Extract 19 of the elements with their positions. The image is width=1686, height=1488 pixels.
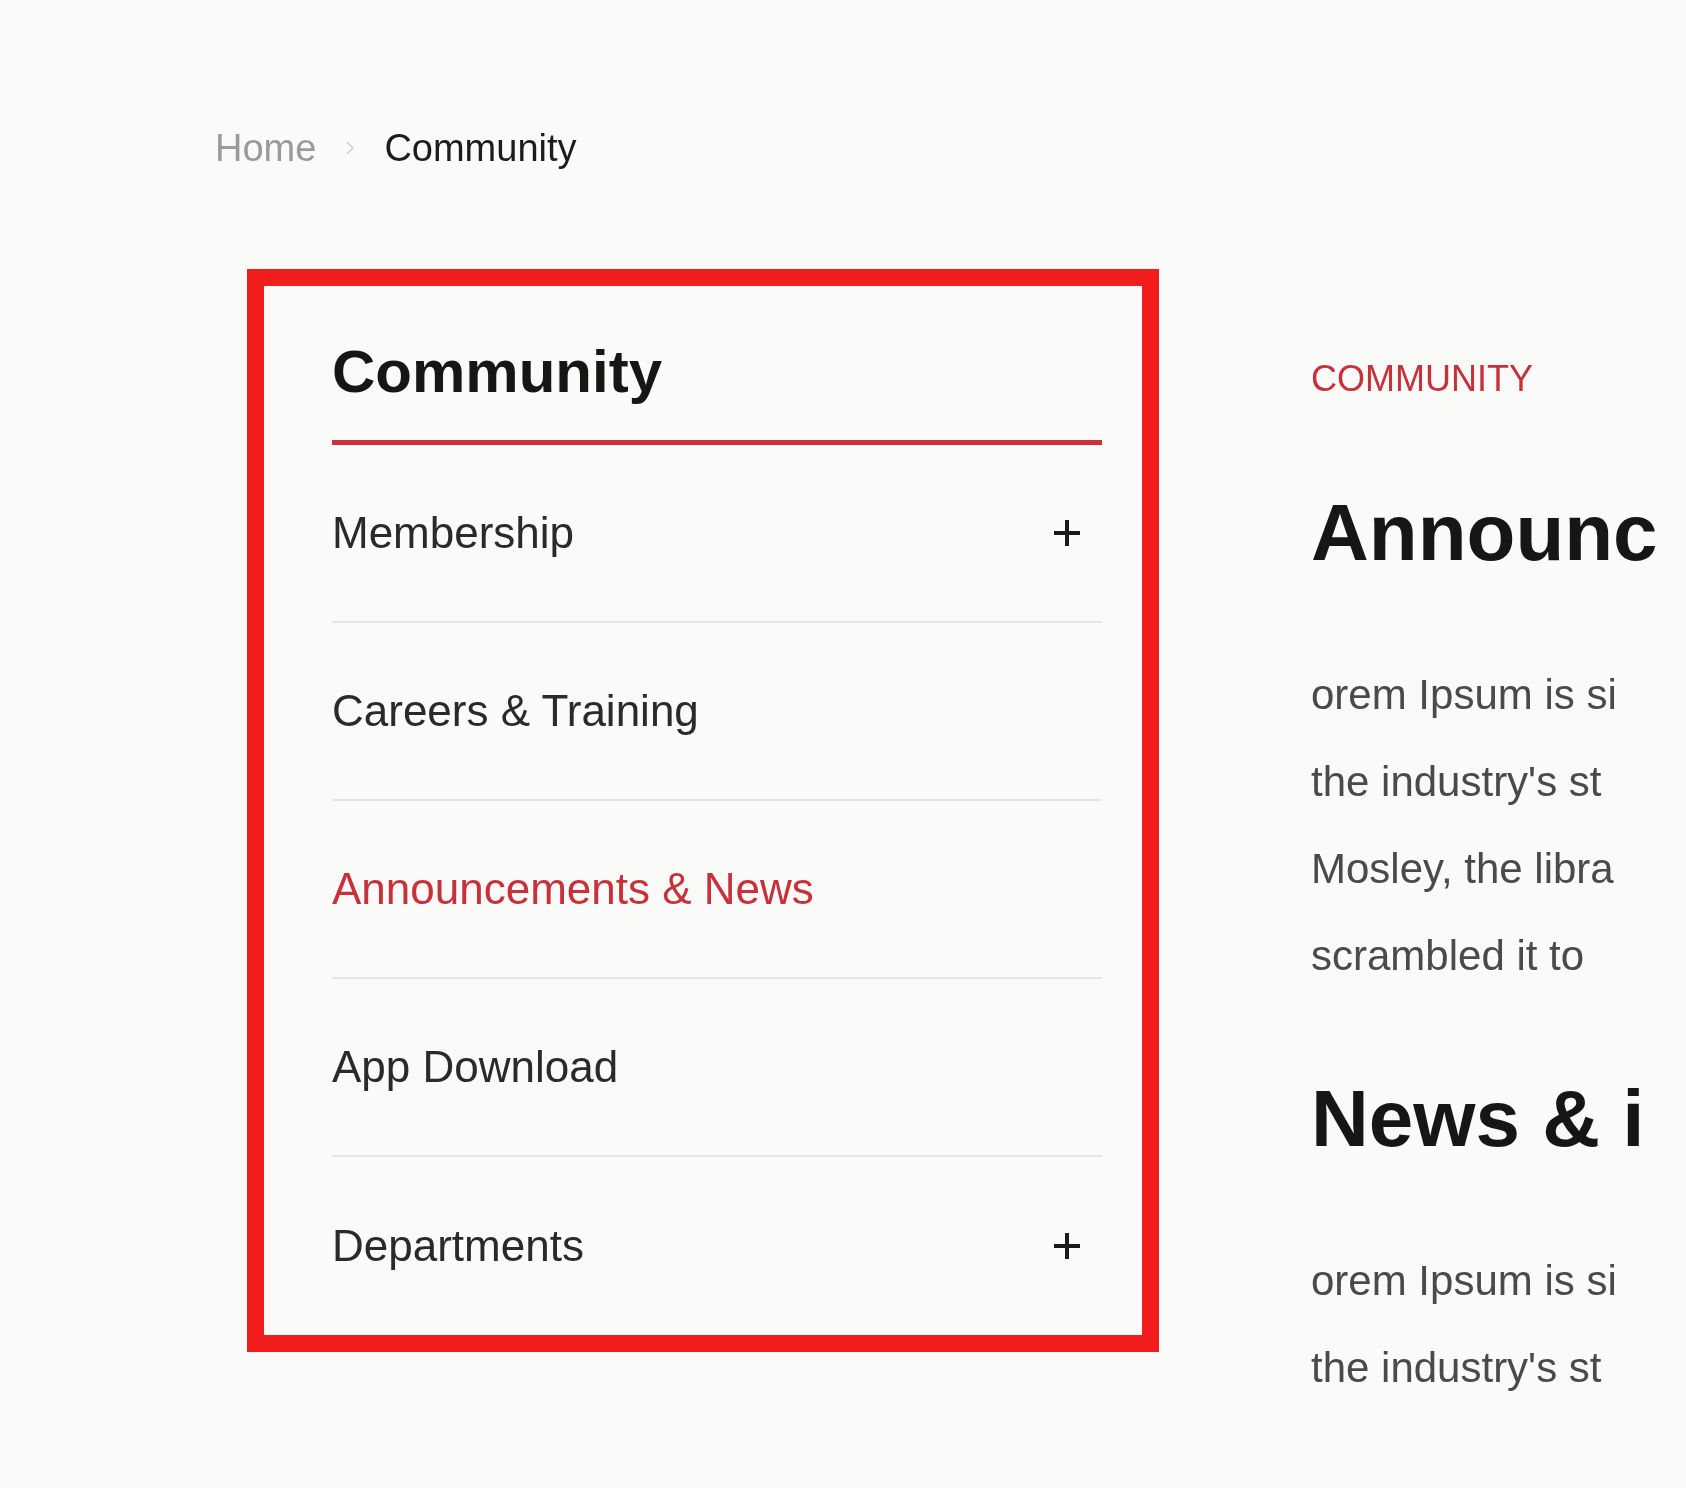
plus-icon[interactable] <box>1052 1231 1082 1261</box>
paragraph-line: Mosley, the libra <box>1311 844 1615 894</box>
sidebar-link[interactable]: Departments <box>332 1213 584 1279</box>
paragraph-line: orem Ipsum is si <box>1311 670 1618 720</box>
paragraph-line: the industry's st <box>1311 757 1603 807</box>
paragraph-line: the industry's st <box>1311 1343 1603 1393</box>
sidebar-link[interactable]: Announcements & News <box>332 856 814 922</box>
chevron-right-icon <box>346 141 355 155</box>
sidebar-link[interactable]: Membership <box>332 500 575 566</box>
sidebar-title: Community <box>332 337 663 407</box>
section-eyebrow: COMMUNITY <box>1311 357 1534 401</box>
paragraph-line: scrambled it to <box>1311 931 1586 981</box>
sidebar-link[interactable]: App Download <box>332 1034 619 1100</box>
section-heading: News & i <box>1311 1073 1646 1165</box>
paragraph-line: orem Ipsum is si <box>1311 1256 1618 1306</box>
sidebar-link[interactable]: Careers & Training <box>332 678 699 744</box>
breadcrumb-current: Community <box>384 125 577 171</box>
plus-icon[interactable] <box>1052 518 1082 548</box>
section-heading: Announc <box>1311 487 1658 579</box>
